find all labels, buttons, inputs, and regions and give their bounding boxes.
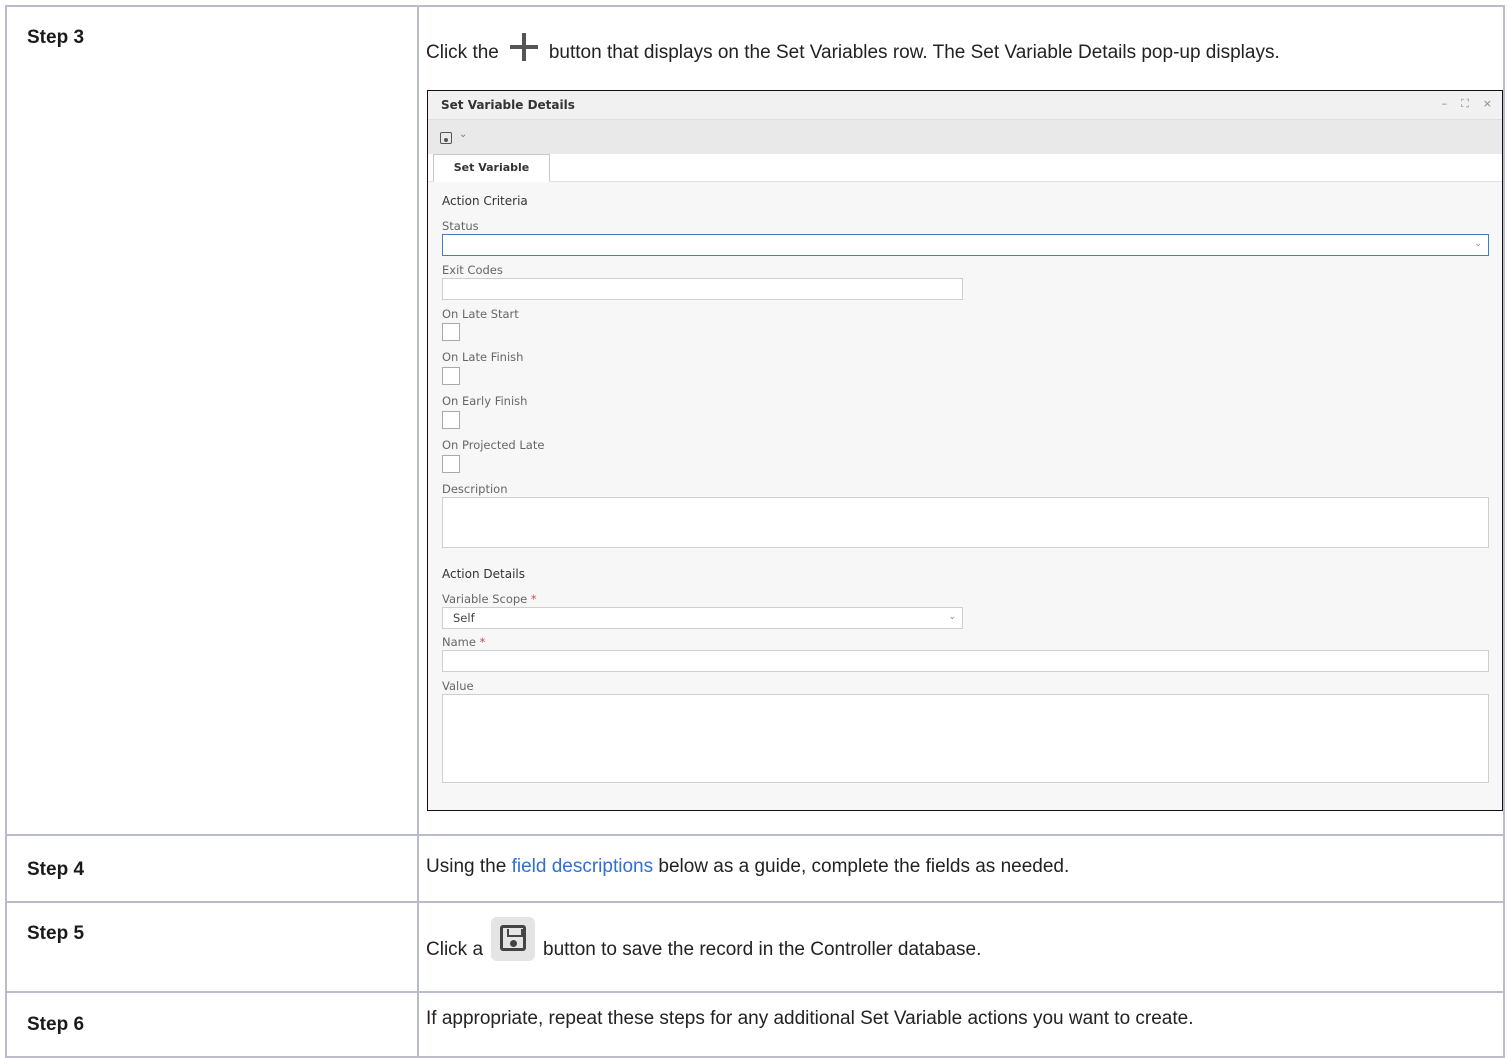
instruction-text: button that displays on the Set Variable… [548,42,1280,63]
description-textarea[interactable] [442,497,1489,548]
chevron-down-icon[interactable]: ⌄ [459,129,467,140]
instruction-line: Click the button that displays on the Se… [426,7,1503,64]
instruction-line: Click a button to save the record in the… [426,903,1503,961]
step-label: Step 4 [5,834,419,903]
on-projected-late-checkbox[interactable] [442,455,460,473]
section-heading: Action Criteria [442,194,528,208]
name-label: Name [442,635,476,649]
set-variable-details-dialog: Set Variable Details – ⛶ × ⌄ Set Variabl… [427,90,1503,811]
window-controls: – ⛶ × [1442,97,1492,111]
instruction-text: Using the [426,856,507,877]
field-label: Variable Scope * [442,592,537,606]
maximize-icon[interactable]: ⛶ [1461,97,1469,111]
field-label: On Late Start [442,307,519,321]
step-label: Step 6 [5,991,419,1058]
dialog-toolbar: ⌄ [428,120,1502,154]
field-label: On Early Finish [442,394,528,408]
step-row: Step 5 Click a button to save the record… [5,901,1505,993]
name-input[interactable] [442,650,1489,672]
tab-set-variable[interactable]: Set Variable [433,154,550,182]
dialog-title-bar: Set Variable Details – ⛶ × [428,91,1502,120]
on-late-start-checkbox[interactable] [442,323,460,341]
on-early-finish-checkbox[interactable] [442,411,460,429]
step-row: Step 4 Using the field descriptions belo… [5,834,1505,903]
instruction-text: Click a [426,939,484,960]
close-icon[interactable]: × [1483,97,1492,111]
step-row: Step 6 If appropriate, repeat these step… [5,991,1505,1058]
required-mark: * [479,635,486,649]
chevron-down-icon: ⌄ [1474,239,1482,249]
section-heading: Action Details [442,567,525,581]
field-label: On Late Finish [442,350,524,364]
variable-scope-label: Variable Scope [442,592,528,606]
on-late-finish-checkbox[interactable] [442,367,460,385]
field-label: Description [442,482,508,496]
instruction-text: button to save the record in the Control… [543,939,982,960]
field-label: Name * [442,635,485,649]
add-icon [507,30,541,64]
field-label: On Projected Late [442,438,545,452]
save-icon[interactable] [440,132,452,144]
exit-codes-input[interactable] [442,278,963,300]
dialog-title: Set Variable Details [441,98,575,112]
chevron-down-icon: ⌄ [948,612,956,622]
step-label: Step 5 [5,901,419,993]
status-select[interactable]: ⌄ [442,234,1489,256]
variable-scope-value: Self [453,611,475,625]
field-descriptions-link[interactable]: field descriptions [512,856,654,877]
dialog-tabs: Set Variable [428,154,1502,182]
step-label: Step 3 [5,5,419,836]
minimize-icon[interactable]: – [1442,97,1448,111]
instruction-text: Click the [426,42,499,63]
instruction-text: below as a guide, complete the fields as… [658,856,1070,877]
field-label: Value [442,679,474,693]
step-body: Click a button to save the record in the… [417,901,1505,993]
field-label: Exit Codes [442,263,503,277]
field-label: Status [442,219,479,233]
save-icon [491,917,536,961]
value-textarea[interactable] [442,694,1489,783]
variable-scope-select[interactable]: Self ⌄ [442,607,963,629]
required-mark: * [530,592,537,606]
step-body: If appropriate, repeat these steps for a… [417,991,1505,1058]
step-body: Using the field descriptions below as a … [417,834,1505,903]
